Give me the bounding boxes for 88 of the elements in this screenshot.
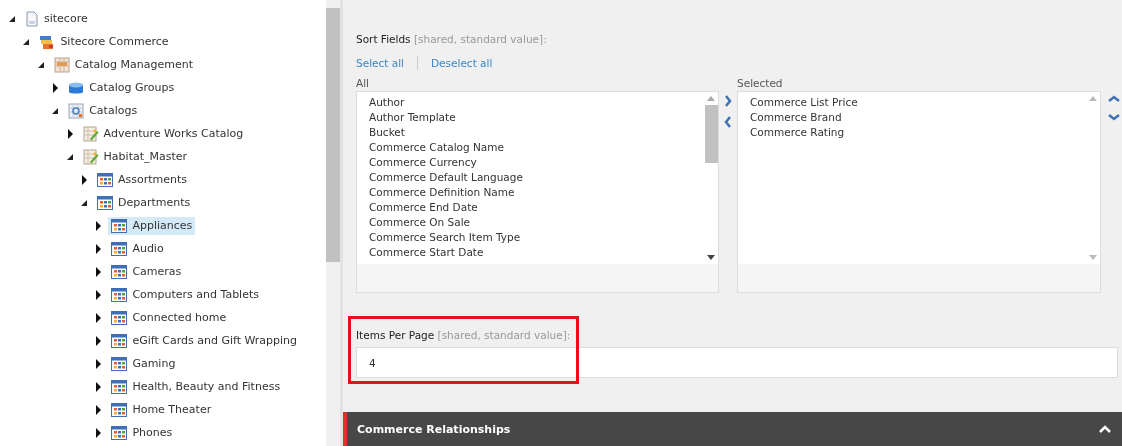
- collapse-icon[interactable]: [51, 106, 60, 115]
- list-item[interactable]: Commerce Currency: [369, 155, 692, 170]
- tree-item[interactable]: Gaming: [108, 354, 179, 373]
- tree-item[interactable]: Assortments: [94, 170, 191, 189]
- category-grid-icon: [111, 264, 128, 279]
- scrollbar-thumb[interactable]: [704, 105, 718, 163]
- tree-item[interactable]: Catalog Management: [50, 54, 196, 75]
- tree-item[interactable]: Sitecore Commerce: [36, 31, 172, 52]
- tree-item[interactable]: Home Theater: [108, 400, 215, 419]
- tree-item[interactable]: Audio: [108, 239, 167, 258]
- collapse-icon[interactable]: [22, 37, 31, 46]
- expand-icon[interactable]: [94, 312, 103, 323]
- selected-list[interactable]: Commerce List Price Commerce Brand Commerce Rating: [737, 91, 1101, 293]
- stacked-folders-icon: [39, 33, 56, 50]
- select-all-link[interactable]: Select all: [356, 57, 404, 69]
- tree-item[interactable]: Phones: [108, 423, 176, 442]
- list-item[interactable]: Commerce Default Language: [369, 170, 692, 185]
- expand-icon[interactable]: [65, 128, 74, 139]
- expand-icon[interactable]: [51, 82, 60, 93]
- category-grid-icon: [111, 402, 128, 417]
- move-left-icon[interactable]: [724, 116, 732, 128]
- scrollbar[interactable]: [326, 0, 340, 446]
- list-item[interactable]: Commerce Definition Name: [369, 185, 692, 200]
- category-grid-icon: [97, 172, 113, 187]
- category-grid-icon: [111, 333, 128, 348]
- category-grid-icon: [111, 310, 128, 325]
- tree-item[interactable]: Computers and Tablets: [108, 285, 262, 304]
- field-label: Sort Fields [shared, standard value]:: [356, 33, 548, 45]
- list-item[interactable]: Commerce List Price: [750, 95, 1074, 110]
- available-list[interactable]: [356, 91, 719, 293]
- expand-icon[interactable]: [94, 289, 103, 300]
- deselect-all-link[interactable]: Deselect all: [431, 57, 493, 69]
- list-item[interactable]: Author: [369, 95, 692, 110]
- field-label: Items Per Page [shared, standard value]:: [356, 329, 572, 341]
- scroll-down-icon[interactable]: [707, 255, 715, 260]
- list-item[interactable]: Commerce Catalog Name: [369, 140, 692, 155]
- category-grid-icon: [111, 218, 128, 233]
- expand-icon[interactable]: [94, 381, 103, 392]
- input-field[interactable]: 4: [356, 347, 1118, 378]
- tree-item[interactable]: Habitat_Master: [79, 146, 191, 167]
- expand-icon[interactable]: [94, 358, 103, 369]
- tree-item[interactable]: Departments: [94, 193, 194, 212]
- collapse-icon[interactable]: [80, 198, 88, 207]
- grid-icon: [53, 56, 70, 73]
- list-item[interactable]: Commerce Search Item Type: [369, 230, 692, 245]
- move-right-icon[interactable]: [724, 95, 732, 107]
- list-item[interactable]: Commerce Rating: [750, 125, 1074, 140]
- tree-item[interactable]: Catalogs: [65, 100, 141, 121]
- list-item[interactable]: Commerce Brand: [750, 110, 1074, 125]
- category-grid-icon: [111, 379, 128, 394]
- list-item[interactable]: Bucket: [369, 125, 692, 140]
- tree-item[interactable]: sitecore: [22, 8, 91, 29]
- expand-icon[interactable]: [80, 174, 88, 185]
- catalog-search-icon: [68, 102, 85, 119]
- list-item[interactable]: Commerce Start Date: [369, 245, 692, 260]
- expand-icon[interactable]: [94, 266, 103, 277]
- list-item[interactable]: Commerce End Date: [369, 200, 692, 215]
- section-header[interactable]: Commerce Relationships: [343, 412, 1122, 446]
- collapse-icon[interactable]: [1099, 425, 1111, 433]
- move-down-icon[interactable]: [1108, 113, 1120, 121]
- expand-icon[interactable]: [94, 243, 103, 254]
- category-grid-icon: [111, 241, 128, 256]
- collapse-icon[interactable]: [65, 152, 74, 161]
- expand-icon[interactable]: [94, 335, 103, 346]
- tree-item[interactable]: Adventure Works Catalog: [79, 123, 247, 144]
- list-title: All: [356, 77, 371, 91]
- tree-item[interactable]: Appliances: [108, 216, 196, 235]
- list-item[interactable]: Author Template: [369, 110, 692, 125]
- move-up-icon[interactable]: [1108, 95, 1120, 103]
- list-item[interactable]: Commerce On Sale: [369, 215, 692, 230]
- list-title: Selected: [737, 77, 784, 91]
- category-grid-icon: [111, 287, 128, 302]
- tree-item[interactable]: Connected home: [108, 308, 230, 327]
- document-icon: [25, 10, 39, 27]
- tree-item[interactable]: Health, Beauty and Fitness: [108, 377, 284, 396]
- collapse-icon[interactable]: [36, 60, 45, 69]
- expand-icon[interactable]: [94, 404, 103, 415]
- expand-icon[interactable]: [94, 427, 103, 438]
- category-grid-icon: [97, 195, 113, 210]
- collapse-icon[interactable]: [8, 14, 16, 23]
- expand-icon[interactable]: [94, 220, 103, 231]
- category-grid-icon: [111, 356, 128, 371]
- tree-item[interactable]: Cameras: [108, 262, 185, 281]
- tree-item[interactable]: Catalog Groups: [65, 77, 178, 98]
- category-grid-icon: [111, 425, 128, 440]
- tree-item[interactable]: eGift Cards and Gift Wrapping: [108, 331, 301, 350]
- catalog-edit-icon: [82, 148, 99, 165]
- catalog-edit-icon: [82, 125, 99, 142]
